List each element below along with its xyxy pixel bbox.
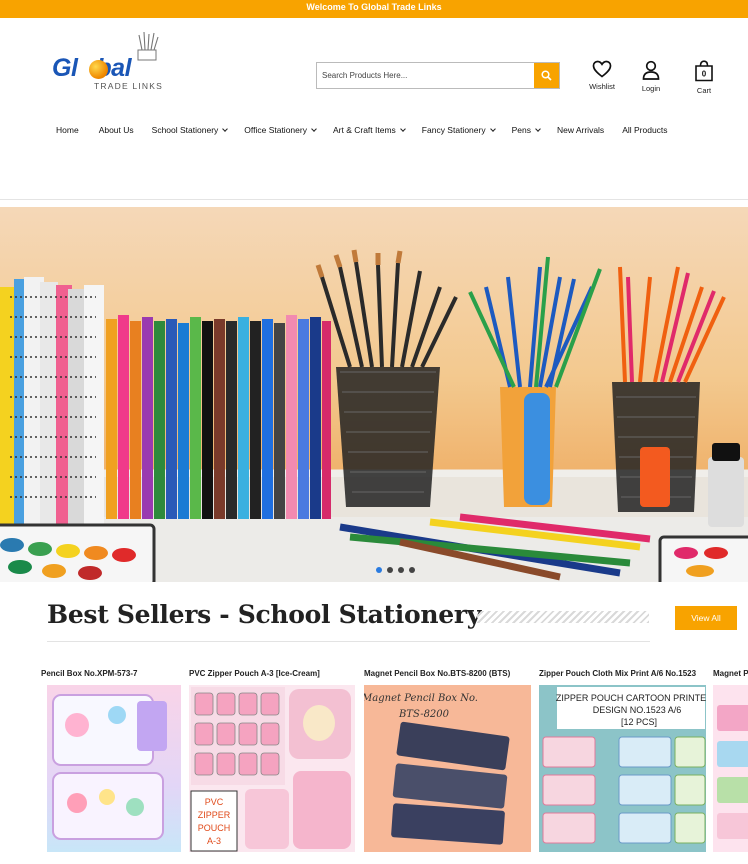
chevron-down-icon [535,125,541,132]
view-all-button[interactable]: View All [675,606,737,630]
bag-icon: 0 [695,60,713,82]
slider-dot[interactable] [376,567,382,573]
svg-text:[12 PCS]: [12 PCS] [621,717,657,727]
search-input[interactable] [317,63,535,88]
pen-cup-image [468,256,602,507]
chevron-down-icon [222,125,229,132]
nav-all-products[interactable]: All Products [622,123,667,137]
svg-text:BTS-8200: BTS-8200 [398,709,450,720]
search-icon [541,70,552,81]
svg-text:A-3: A-3 [207,836,221,846]
wishlist-label: Wishlist [589,82,615,91]
brush-cup-image [315,249,458,507]
product-image[interactable] [47,685,181,852]
product-image[interactable]: ZIPPER POUCH CARTOON PRINTE DESIGN NO.15… [539,685,706,852]
cart-label: Cart [696,86,712,95]
slider-dots [376,567,415,573]
product-name[interactable]: Pencil Box No.XPM-573-7 [41,669,137,678]
product-card[interactable]: Pencil Box No.XPM-573-7 [41,669,181,864]
slider-dot[interactable] [387,567,393,573]
nav-home[interactable]: Home [56,123,79,137]
product-name[interactable]: Magnet Pencil Box No.BTS-8200 (BTS) [364,669,510,678]
heart-icon [592,60,612,78]
logo-tagline: TRADE LINKS [94,81,163,91]
nav-school-stationery[interactable]: School Stationery [152,123,229,137]
nav-fancy-stationery[interactable]: Fancy Stationery [422,123,496,137]
slider-dot[interactable] [398,567,404,573]
main-nav: Home About Us School Stationery Office S… [56,123,668,137]
chevron-down-icon [311,125,317,132]
globe-icon [89,60,108,79]
product-name[interactable]: Magnet P [713,669,748,678]
svg-text:POUCH: POUCH [198,823,231,833]
nav-art-craft-items[interactable]: Art & Craft Items [333,123,406,137]
product-card[interactable]: Zipper Pouch Cloth Mix Print A/6 No.1523… [539,669,706,864]
svg-text:DESIGN NO.1523 A/6: DESIGN NO.1523 A/6 [593,705,682,715]
svg-text:Magnet Pencil Box No.: Magnet Pencil Box No. [364,693,478,704]
pen-holder-icon [137,31,159,61]
product-card[interactable]: Magnet Pencil Box No.BTS-8200 (BTS) Magn… [364,669,531,864]
notebooks-image [0,277,104,532]
product-image[interactable]: Magnet Pencil Box No. BTS-8200 [364,685,531,852]
slider-dot[interactable] [409,567,415,573]
svg-text:ZIPPER: ZIPPER [198,810,231,820]
hero-slider[interactable] [0,207,748,582]
product-card[interactable]: PVC Zipper Pouch A-3 [Ice-Cream] PVC ZIP… [189,669,355,864]
product-name[interactable]: PVC Zipper Pouch A-3 [Ice-Cream] [189,669,320,678]
hero-image [0,249,748,582]
nav-about-us[interactable]: About Us [99,123,134,137]
product-name[interactable]: Zipper Pouch Cloth Mix Print A/6 No.1523 [539,669,696,678]
announcement-text: Welcome To Global Trade Links [306,2,442,12]
chevron-down-icon [489,125,496,132]
nav-office-stationery[interactable]: Office Stationery [244,123,317,137]
svg-text:ZIPPER POUCH CARTOON PRINTE: ZIPPER POUCH CARTOON PRINTE [556,693,706,703]
chevron-down-icon [399,125,406,132]
title-decoration [477,611,649,623]
login-label: Login [641,84,661,93]
product-image[interactable]: PVC ZIPPER POUCH A-3 [189,685,355,852]
nav-pens[interactable]: Pens [512,123,541,137]
section-title: Best Sellers - School Stationery [47,600,481,629]
header-divider [0,199,748,200]
announcement-bar: Welcome To Global Trade Links [0,0,748,18]
login-link[interactable]: Login [631,60,671,93]
search-button[interactable] [534,63,559,88]
search-bar [316,62,560,89]
wishlist-link[interactable]: Wishlist [582,60,622,91]
user-icon [642,60,660,80]
cart-count: 0 [702,70,707,79]
cart-link[interactable]: 0 Cart [684,60,724,95]
product-card[interactable]: Magnet P [713,669,748,864]
site-logo[interactable]: Gl bal TRADE LINKS [52,30,182,96]
product-image[interactable] [713,685,748,852]
section-underline [47,641,650,642]
pencil-cup-image [612,266,744,527]
image-caption: PVC [205,797,224,807]
nav-new-arrivals[interactable]: New Arrivals [557,123,604,137]
